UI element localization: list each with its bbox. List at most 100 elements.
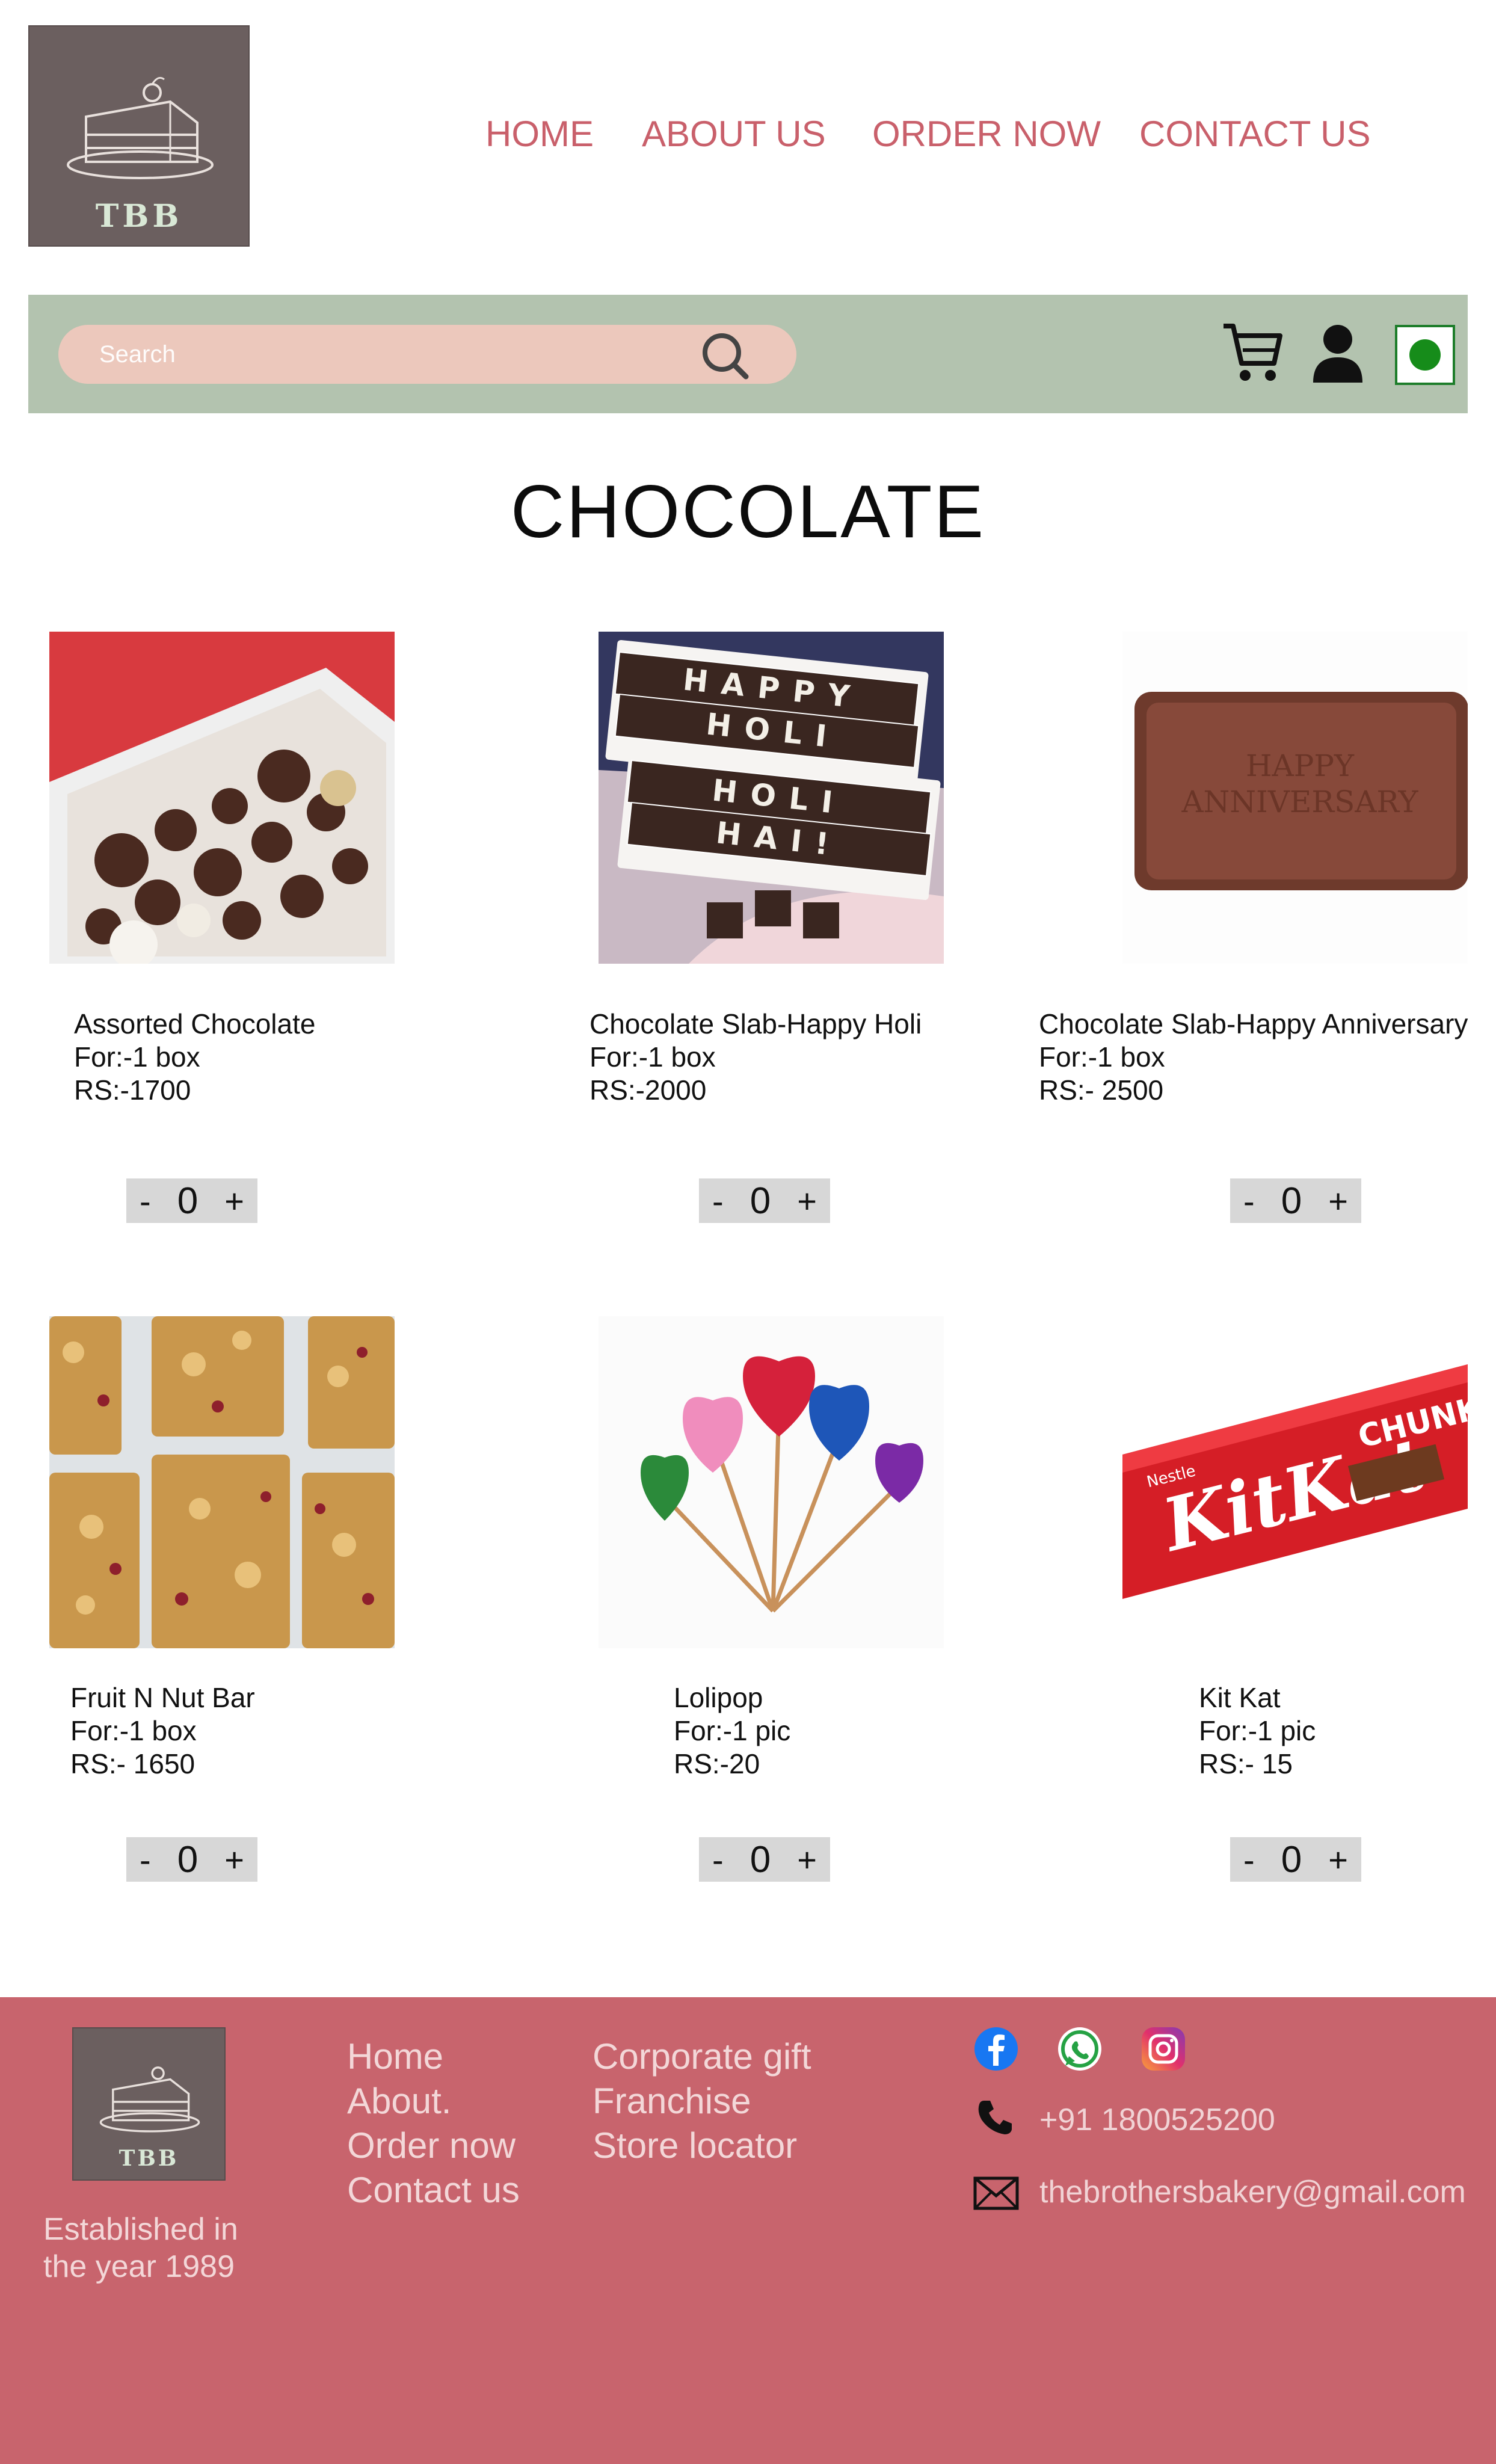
toolbar (28, 295, 1468, 413)
product-unit: For:-1 box (70, 1715, 197, 1746)
product-unit: For:-1 box (74, 1041, 200, 1073)
email-address[interactable]: thebrothersbakery@gmail.com (1039, 2174, 1466, 2210)
lolipop-illustration (599, 1316, 944, 1648)
product-name: Lolipop (674, 1682, 763, 1713)
quantity-value: 0 (177, 1180, 199, 1222)
product-unit: For:-1 box (589, 1041, 716, 1073)
nav-contact-us[interactable]: CONTACT US (1139, 113, 1370, 155)
product-info-chocolate-slab-happy-anniversary: Chocolate Slab-Happy Anniversary For:-1 … (1039, 1008, 1468, 1107)
footer-cake-illustration (99, 2066, 200, 2133)
nav-home[interactable]: HOME (485, 113, 594, 155)
footer-link-home[interactable]: Home (347, 2034, 520, 2079)
quantity-stepper: - 0 + (126, 1178, 257, 1223)
established-line-1: Established in (43, 2212, 238, 2247)
product-name: Assorted Chocolate (74, 1008, 316, 1040)
footer-link-corporate-gift[interactable]: Corporate gift (593, 2034, 811, 2079)
quantity-value: 0 (750, 1180, 771, 1222)
cart-icon[interactable] (1221, 320, 1284, 386)
product-price: RS:-20 (674, 1748, 760, 1779)
product-info-fruit-n-nut-bar: Fruit N Nut Bar For:-1 box RS:- 1650 (70, 1681, 255, 1781)
search-input[interactable] (99, 340, 677, 368)
product-image-kit-kat[interactable]: KitKat CHUNKY Nestle (1122, 1316, 1468, 1648)
search-icon[interactable] (699, 330, 750, 380)
quantity-stepper: - 0 + (126, 1837, 257, 1882)
product-info-kit-kat: Kit Kat For:-1 pic RS:- 15 (1199, 1681, 1316, 1781)
product-name: Kit Kat (1199, 1682, 1281, 1713)
quantity-stepper: - 0 + (699, 1178, 830, 1223)
footer-links-secondary: Corporate gift Franchise Store locator (593, 2034, 811, 2168)
product-image-chocolate-slab-happy-holi[interactable]: HAPPY HOLI HOLI HAI! (599, 632, 944, 964)
mail-icon (973, 2176, 1019, 2210)
anniversary-text-line-1: HAPPY (1246, 748, 1355, 783)
footer-logo-text: TBB (119, 2146, 179, 2171)
product-price: RS:-2000 (589, 1074, 707, 1106)
product-name: Chocolate Slab-Happy Anniversary (1039, 1008, 1468, 1040)
decrement-button[interactable]: - (712, 1181, 724, 1221)
search-bar (58, 325, 796, 384)
footer-links-primary: Home About. Order now Contact us (347, 2034, 520, 2213)
product-image-assorted-chocolate[interactable] (49, 632, 395, 964)
anniversary-text-line-2: ANNIVERSARY (1181, 784, 1418, 819)
product-info-chocolate-slab-happy-holi: Chocolate Slab-Happy Holi For:-1 box RS:… (589, 1008, 922, 1107)
product-info-assorted-chocolate: Assorted Chocolate For:-1 box RS:-1700 (74, 1008, 315, 1107)
whatsapp-icon[interactable] (1057, 2026, 1103, 2072)
product-unit: For:-1 box (1039, 1041, 1165, 1073)
quantity-stepper: - 0 + (1230, 1837, 1361, 1882)
increment-button[interactable]: + (1328, 1181, 1348, 1221)
decrement-button[interactable]: - (1243, 1840, 1255, 1879)
product-info-lolipop: Lolipop For:-1 pic RS:-20 (674, 1681, 790, 1781)
decrement-button[interactable]: - (140, 1181, 151, 1221)
product-image-chocolate-slab-happy-anniversary[interactable]: HAPPY ANNIVERSARY (1122, 632, 1468, 964)
phone-icon (978, 2101, 1012, 2134)
quantity-value: 0 (750, 1838, 771, 1880)
assorted-chocolate-illustration (49, 632, 395, 964)
brand-logo[interactable]: TBB (28, 25, 250, 247)
product-unit: For:-1 pic (1199, 1715, 1316, 1746)
increment-button[interactable]: + (224, 1181, 244, 1221)
quantity-value: 0 (1281, 1180, 1302, 1222)
product-name: Fruit N Nut Bar (70, 1682, 255, 1713)
increment-button[interactable]: + (797, 1181, 817, 1221)
increment-button[interactable]: + (224, 1840, 244, 1879)
product-image-fruit-n-nut-bar[interactable] (49, 1316, 395, 1648)
footer-logo[interactable]: TBB (72, 2027, 226, 2181)
veg-indicator (1395, 325, 1455, 385)
nav-about-us[interactable]: ABOUT US (642, 113, 826, 155)
footer-link-contact-us[interactable]: Contact us (347, 2168, 520, 2213)
increment-button[interactable]: + (1328, 1840, 1348, 1879)
phone-number[interactable]: +91 1800525200 (1039, 2102, 1275, 2138)
veg-dot (1409, 339, 1441, 371)
happy-holi-illustration: HAPPY HOLI HOLI HAI! (599, 632, 944, 964)
established-text: Established in the year 1989 (43, 2211, 238, 2285)
increment-button[interactable]: + (797, 1840, 817, 1879)
product-unit: For:-1 pic (674, 1715, 791, 1746)
footer-link-franchise[interactable]: Franchise (593, 2079, 811, 2124)
quantity-stepper: - 0 + (699, 1837, 830, 1882)
quantity-value: 0 (177, 1838, 199, 1880)
decrement-button[interactable]: - (712, 1840, 724, 1879)
user-icon[interactable] (1312, 324, 1364, 383)
product-price: RS:- 15 (1199, 1748, 1293, 1779)
fruit-nut-bar-illustration (49, 1316, 395, 1648)
decrement-button[interactable]: - (140, 1840, 151, 1879)
product-price: RS:- 1650 (70, 1748, 195, 1779)
anniversary-slab-illustration: HAPPY ANNIVERSARY (1122, 632, 1468, 964)
logo-text: TBB (95, 198, 183, 235)
nav-order-now[interactable]: ORDER NOW (872, 113, 1101, 155)
decrement-button[interactable]: - (1243, 1181, 1255, 1221)
footer-link-store-locator[interactable]: Store locator (593, 2124, 811, 2168)
product-price: RS:-1700 (74, 1074, 191, 1106)
quantity-value: 0 (1281, 1838, 1302, 1880)
product-image-lolipop[interactable] (599, 1316, 944, 1648)
cake-illustration (67, 76, 214, 179)
footer: TBB Established in the year 1989 Home Ab… (0, 1997, 1496, 2464)
established-line-2: the year 1989 (43, 2249, 235, 2284)
product-name: Chocolate Slab-Happy Holi (589, 1008, 922, 1040)
footer-link-order-now[interactable]: Order now (347, 2124, 520, 2168)
quantity-stepper: - 0 + (1230, 1178, 1361, 1223)
facebook-icon[interactable] (973, 2026, 1019, 2072)
product-price: RS:- 2500 (1039, 1074, 1164, 1106)
footer-link-about[interactable]: About. (347, 2079, 520, 2124)
instagram-icon[interactable] (1140, 2026, 1186, 2072)
kitkat-illustration: KitKat CHUNKY Nestle (1122, 1316, 1468, 1648)
